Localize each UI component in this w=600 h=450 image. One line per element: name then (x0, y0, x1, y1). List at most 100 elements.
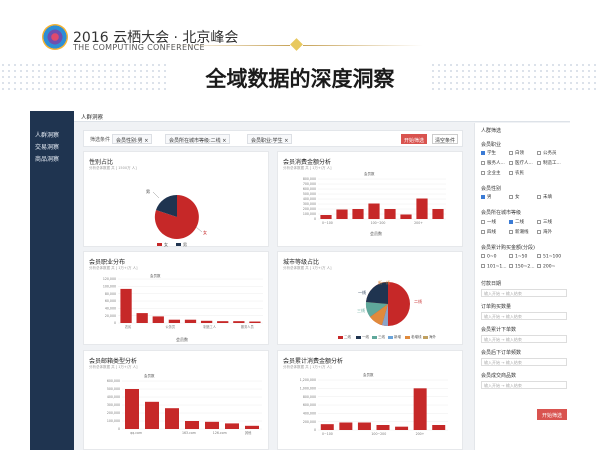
x-tick-label: 200+ (414, 221, 423, 225)
bar (249, 321, 261, 323)
cb-city-2[interactable]: 二线 (509, 219, 524, 225)
y-tick-label: 0 (314, 428, 316, 432)
cb-gender-male[interactable]: 男 (481, 194, 492, 200)
pie-label-male: 男 (146, 189, 150, 194)
txn-goods-range-input[interactable]: 输入开始 → 输入结束 (481, 381, 567, 389)
cb-occ-service[interactable]: 服务人... (481, 160, 505, 166)
email-card-title: 会员邮箱类型分析 (89, 358, 138, 365)
cb-occ-owner[interactable]: 企业主 (481, 170, 501, 176)
filter-tag-city[interactable]: 会员所在城市等级:二线 × (165, 134, 231, 144)
x-tick-label: 农民 (125, 324, 131, 329)
bar (432, 425, 446, 430)
bar (168, 319, 181, 323)
cb-amount-0[interactable]: 0~0 (481, 254, 497, 260)
city-legend-4: 老增线 (411, 335, 422, 339)
y-tick-label: 300,000 (303, 202, 316, 206)
purchase-unit-label: 会员数 (364, 172, 375, 176)
order-qty-range-input[interactable]: 输入开始 → 输入结束 (481, 312, 567, 320)
spend-card-title: 会员累计消费金额分析 (283, 358, 344, 365)
order-count-range-input[interactable]: 输入开始 → 输入结束 (481, 335, 567, 343)
y-tick-label: 600,000 (303, 187, 316, 191)
bar (205, 421, 219, 429)
start-filter-button[interactable]: 开始筛选 (401, 134, 427, 144)
order-qty-title: 订单购买数量 (481, 304, 512, 310)
order-freq-title: 会员后下订单频数 (481, 350, 522, 356)
x-tick-label: qq.com (130, 431, 142, 435)
bar (165, 408, 179, 429)
cb-occ-farmer[interactable]: 农民 (509, 170, 524, 176)
bar (336, 209, 348, 219)
crowd-filter-panel: 人群筛选 会员职业 学生 白领 公务员 服务人... 医疗人... 制造工...… (474, 123, 570, 450)
cb-gender-female[interactable]: 女 (509, 194, 520, 200)
city-slice-label-new: 新一线 (378, 280, 390, 285)
sidebar-item-crowd[interactable]: 人群洞察 (35, 130, 59, 139)
purchase-card-subtitle: 分析总体数据 共 [ 1万+/万 人] (283, 166, 332, 170)
bar (184, 319, 197, 323)
occupation-card: 120,000 100,000 80,000 60,000 40,000 20,000 0 农… (83, 251, 269, 345)
cb-city-3[interactable]: 三线 (537, 219, 552, 225)
breadcrumb: 人群洞察 (81, 115, 104, 121)
filter-tag-gender[interactable]: 会员性别:男 × (112, 134, 153, 144)
cb-amount-4[interactable]: 150~2... (509, 264, 535, 270)
y-tick-label: 60,000 (105, 299, 116, 303)
pay-date-range-input[interactable]: 输入开始 → 输入结束 (481, 289, 567, 297)
bar (217, 321, 229, 323)
spend-unit-label: 会员数 (363, 373, 374, 377)
y-tick-label: 400,000 (303, 412, 316, 416)
cb-occ-civil[interactable]: 公务员 (537, 150, 557, 156)
cb-city-new[interactable]: 新潮线 (509, 229, 529, 235)
gender-filter-title: 会员性别 (481, 186, 502, 192)
city-slice-label-1: 一线 (358, 290, 366, 295)
y-tick-label: 200,000 (107, 411, 120, 415)
cb-amount-5[interactable]: 200~ (537, 264, 555, 270)
cb-amount-2[interactable]: 51~100 (537, 254, 561, 260)
sidebar: 人群洞察 交易洞察 商品洞察 (30, 111, 74, 450)
city-tier-card: 城市等级占比 分析总体数据 共 [ 1万+/万 人] 二线 一线 三线 新一线 … (277, 251, 463, 345)
occupation-unit-label: 会员数 (150, 274, 161, 278)
occupation-filter-title: 会员职业 (481, 142, 502, 148)
cb-city-4[interactable]: 四线 (481, 229, 496, 235)
bar (145, 401, 159, 429)
y-tick-label: 600,000 (303, 403, 316, 407)
bar (357, 422, 371, 430)
city-card-title: 城市等级占比 (283, 259, 320, 266)
filter-tag-occupation[interactable]: 会员职业:学生 × (247, 134, 293, 144)
legend-male: 男 (183, 242, 187, 247)
sidebar-item-goods[interactable]: 商品洞察 (35, 154, 59, 163)
bar (400, 214, 412, 219)
filter-label: 筛选条件 (90, 137, 111, 143)
cb-city-overseas[interactable]: 海外 (537, 229, 552, 235)
city-legend-1: 一线 (362, 335, 369, 339)
conference-logo-icon (42, 24, 68, 50)
order-freq-range-input[interactable]: 输入开始 → 输入结束 (481, 358, 567, 366)
y-tick-label: 120,000 (103, 277, 116, 281)
cb-amount-1[interactable]: 1~50 (509, 254, 527, 260)
clear-filter-button[interactable]: 清空条件 (432, 134, 458, 144)
email-unit-label: 会员数 (144, 374, 155, 378)
cb-city-1[interactable]: 一线 (481, 219, 496, 225)
x-tick-label: 公务员 (166, 324, 176, 329)
y-tick-label: 0 (118, 427, 120, 431)
order-count-title: 会员累计下单数 (481, 327, 517, 333)
bar (320, 424, 334, 430)
panel-start-filter-button[interactable]: 开始筛选 (537, 409, 567, 420)
city-legend-0: 二线 (344, 335, 351, 339)
cb-occ-factory[interactable]: 制造工... (537, 160, 561, 166)
cb-occ-student[interactable]: 学生 (481, 150, 496, 156)
bar (320, 215, 332, 219)
purchase-legend: 会员数 (370, 231, 382, 236)
y-tick-label: 800,000 (303, 177, 316, 181)
conference-header: 2016 云栖大会 · 北京峰会 THE COMPUTING CONFERENC… (0, 0, 600, 100)
sidebar-item-trade[interactable]: 交易洞察 (35, 142, 59, 151)
cb-amount-3[interactable]: 101~1... (481, 264, 507, 270)
cb-gender-unknown[interactable]: 未填 (537, 194, 552, 200)
bar (152, 316, 164, 323)
x-tick-label: 200+ (416, 432, 425, 436)
bar (233, 321, 245, 323)
x-tick-label: 126.com (213, 431, 227, 435)
cb-occ-whitecollar[interactable]: 白领 (509, 150, 524, 156)
bar (432, 209, 444, 219)
x-tick-label: 其他 (245, 430, 252, 435)
gender-card: 性别占比 分析总体数据 共 [ 1500万 人] 男 女 女 男 (83, 151, 269, 247)
cb-occ-medical[interactable]: 医疗人... (509, 160, 533, 166)
